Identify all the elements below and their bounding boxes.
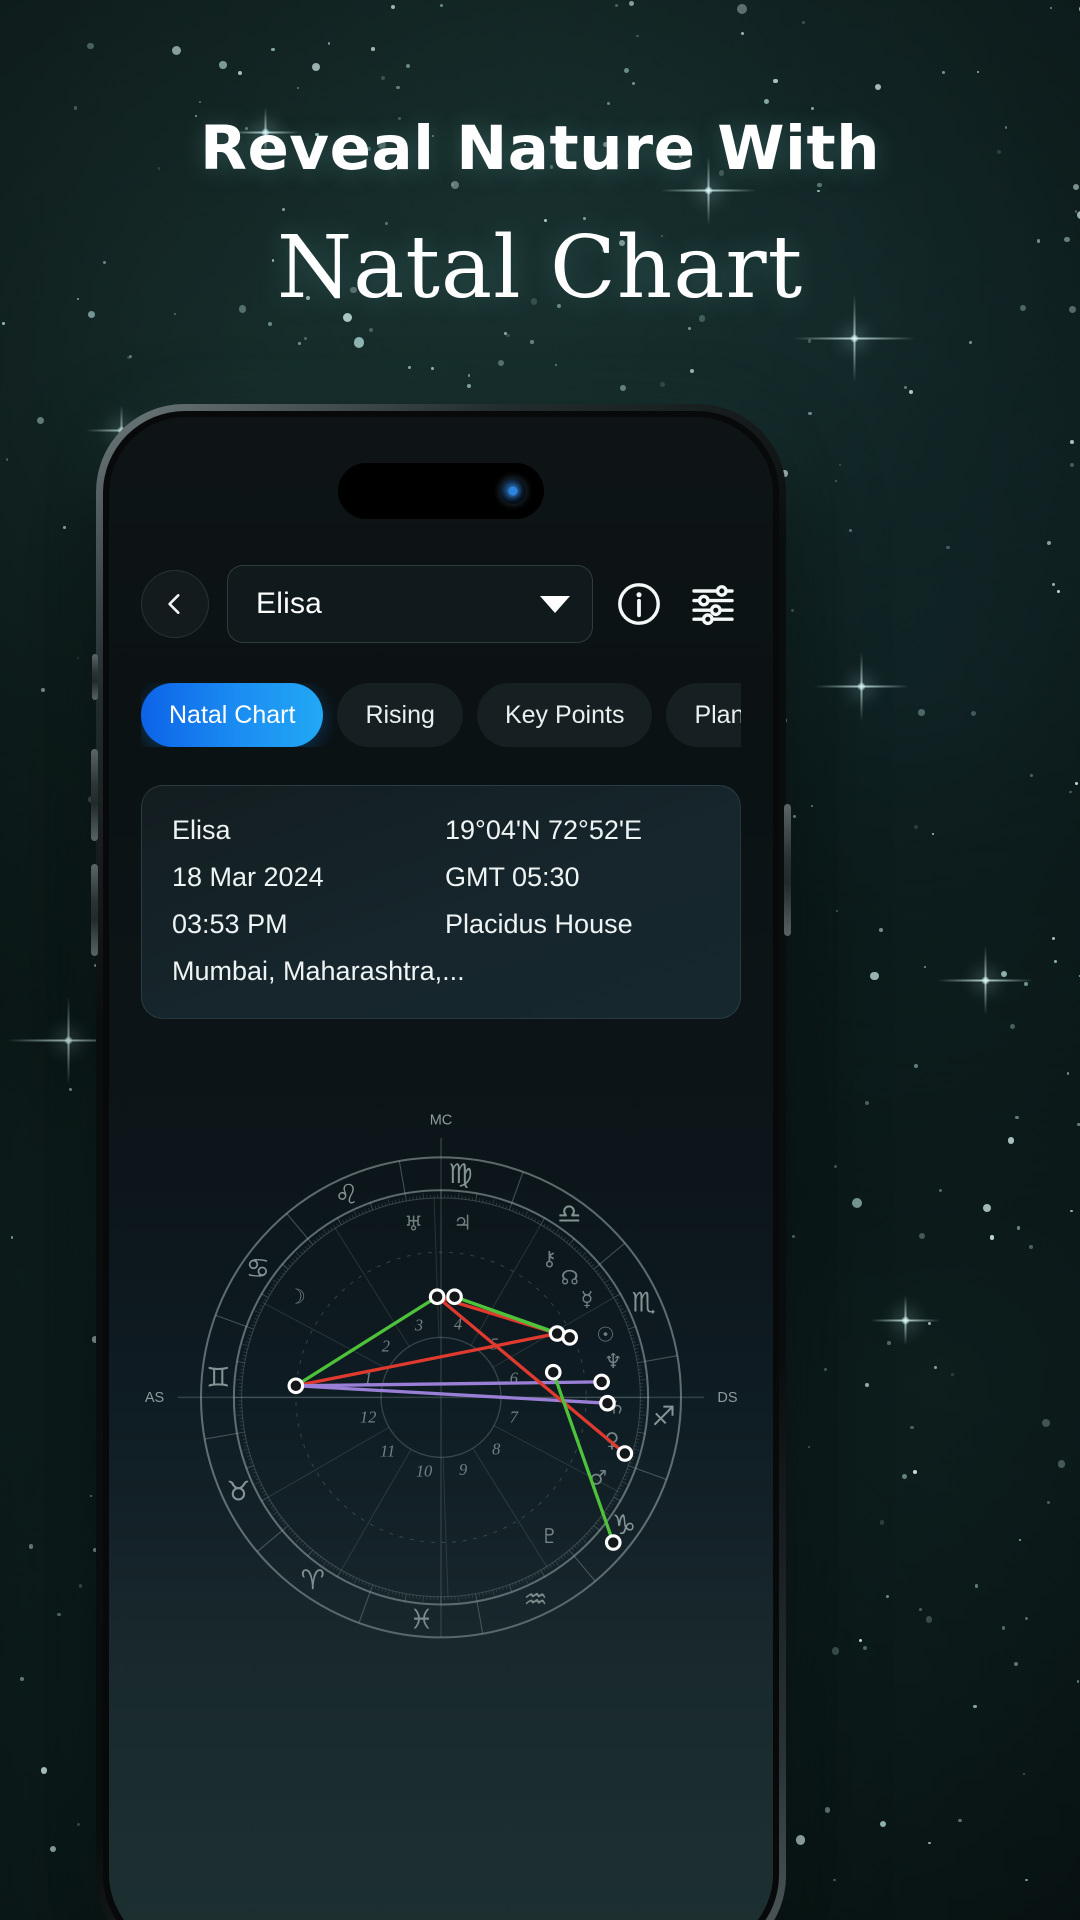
phone-power-button[interactable] [784, 804, 791, 936]
natal-chart-svg[interactable]: ♐♑♒♓♈♉♊♋♌♍♎♏ ♅♃⚷☊☿☉♆♄♀♂♇☽ 12345678910111… [141, 1049, 741, 1749]
profile-select[interactable]: Elisa [227, 565, 593, 643]
tab-planets[interactable]: Planets [666, 683, 741, 747]
planet-glyph-moon: ☽ [288, 1284, 306, 1308]
chevron-left-icon [168, 594, 180, 614]
detail-time: 03:53 PM [172, 908, 288, 939]
sign-glyph-scorpio: ♏ [631, 1287, 655, 1318]
planet-glyph-sun: ☉ [596, 1322, 614, 1346]
detail-date: 18 Mar 2024 [172, 861, 324, 892]
phone-screen: Elisa Natal Chart Rising Key Points Plan… [109, 417, 773, 1920]
planet-glyph-jupiter: ♃ [453, 1210, 471, 1234]
phone-silence-switch[interactable] [92, 654, 98, 700]
headline-block: Reveal Nature With Natal Chart [0, 118, 1080, 311]
info-button[interactable] [611, 576, 667, 632]
headline-line-2: Natal Chart [276, 218, 804, 318]
phone-mockup: Elisa Natal Chart Rising Key Points Plan… [91, 404, 791, 1920]
house-number-11: 11 [380, 1441, 395, 1460]
app-content: Elisa Natal Chart Rising Key Points Plan… [109, 417, 773, 1920]
sign-glyph-libra: ♎ [557, 1199, 581, 1230]
tab-bar[interactable]: Natal Chart Rising Key Points Planets H [141, 683, 741, 747]
house-number-9: 9 [459, 1460, 467, 1479]
house-number-10: 10 [416, 1461, 433, 1480]
sign-glyph-leo: ♌ [334, 1179, 358, 1210]
chart-label-as: AS [145, 1390, 164, 1406]
planet-glyph-uranus: ♅ [404, 1211, 422, 1235]
glow-star [813, 651, 909, 721]
sign-glyph-pisces: ♓ [409, 1604, 433, 1635]
sign-glyph-aquarius: ♒ [523, 1584, 547, 1615]
sign-glyph-taurus: ♉ [226, 1476, 250, 1507]
detail-location: Mumbai, Maharashtra,... [172, 955, 465, 986]
planet-point[interactable] [599, 1394, 616, 1412]
sign-glyph-sagittarius: ♐ [652, 1401, 676, 1432]
detail-house-system: Placidus House [445, 908, 633, 939]
planet-glyph-neptune: ♆ [604, 1349, 622, 1373]
planet-glyph-pluto: ♇ [540, 1524, 558, 1548]
chart-label-ds: DS [717, 1390, 737, 1406]
back-button[interactable] [141, 570, 209, 638]
aspect-line [452, 1294, 559, 1335]
house-number-7: 7 [510, 1407, 519, 1426]
caret-down-icon [540, 595, 570, 613]
headline-line-1: Reveal Nature With [199, 113, 881, 184]
glow-star [7, 996, 129, 1084]
house-number-8: 8 [492, 1439, 501, 1458]
app-top-bar: Elisa [141, 565, 741, 643]
glow-star [793, 294, 915, 382]
info-circle-icon [618, 583, 660, 625]
house-number-2: 2 [382, 1336, 390, 1355]
sliders-icon [692, 585, 734, 626]
tab-key-points[interactable]: Key Points [476, 683, 653, 747]
sign-glyph-aries: ♈ [301, 1565, 325, 1596]
planet-point[interactable] [287, 1377, 305, 1394]
planet-point[interactable] [616, 1444, 634, 1462]
promo-stage: Reveal Nature With Natal Chart Elisa Nat… [0, 0, 1080, 1920]
chart-planet-glyphs: ♅ ♃⚷☊☿☉♆♄♀♂♇☽ [288, 1210, 626, 1548]
profile-select-value: Elisa [256, 587, 323, 620]
dynamic-island [338, 463, 544, 519]
sign-glyph-virgo: ♍ [448, 1159, 472, 1190]
birth-details-card: Elisa 19°04'N 72°52'E 18 Mar 2024 GMT 05… [141, 785, 741, 1019]
detail-timezone: GMT 05:30 [445, 861, 580, 892]
planet-point[interactable] [561, 1328, 579, 1346]
tab-rising[interactable]: Rising [337, 683, 463, 747]
tab-natal-chart[interactable]: Natal Chart [141, 683, 324, 747]
phone-bezel: Elisa Natal Chart Rising Key Points Plan… [103, 411, 779, 1920]
sign-glyph-gemini: ♊ [206, 1362, 230, 1393]
planet-point[interactable] [544, 1363, 562, 1381]
sign-glyph-cancer: ♋ [246, 1253, 270, 1284]
planet-point[interactable] [446, 1288, 463, 1305]
planet-glyph-north-node: ☊ [561, 1265, 579, 1289]
phone-volume-down-button[interactable] [91, 864, 98, 956]
house-number-12: 12 [360, 1407, 376, 1426]
phone-volume-up-button[interactable] [91, 749, 98, 841]
glow-star [937, 945, 1033, 1015]
planet-glyph-mercury: ☿ [581, 1287, 593, 1311]
planet-point[interactable] [604, 1533, 622, 1551]
detail-name: Elisa [172, 815, 231, 845]
planet-point[interactable] [428, 1288, 446, 1305]
glow-star [870, 1294, 940, 1346]
detail-coordinates: 19°04'N 72°52'E [445, 815, 643, 845]
settings-button[interactable] [685, 576, 741, 632]
planet-glyph-chiron: ⚷ [542, 1246, 557, 1270]
house-number-3: 3 [414, 1315, 423, 1334]
front-camera-icon [500, 478, 526, 504]
chart-label-mc: MC [430, 1112, 453, 1128]
aspect-line [435, 1294, 627, 1455]
planet-point[interactable] [593, 1373, 610, 1390]
natal-chart-wheel[interactable]: ♐♑♒♓♈♉♊♋♌♍♎♏ ♅♃⚷☊☿☉♆♄♀♂♇☽ 12345678910111… [141, 1049, 741, 1749]
